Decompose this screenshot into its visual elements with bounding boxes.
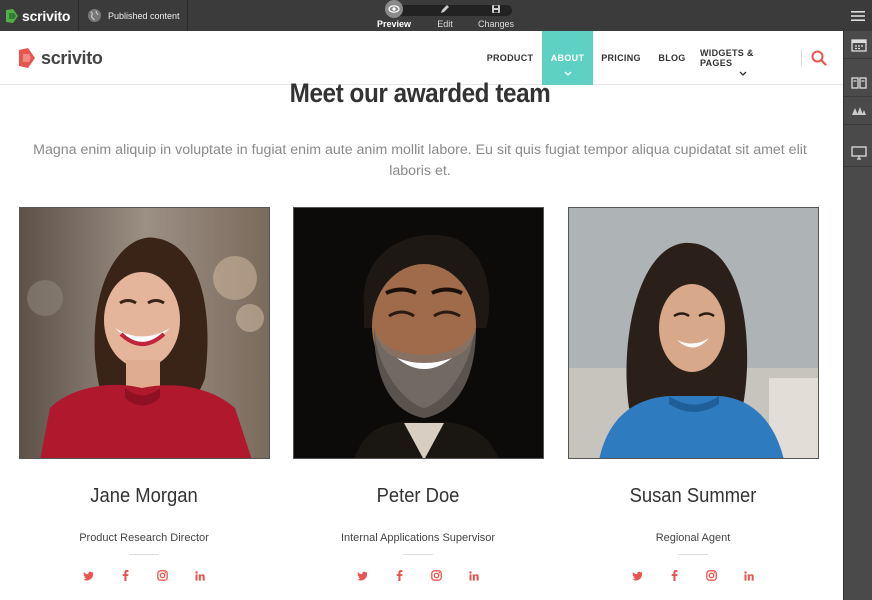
member-role: Regional Agent [655, 532, 731, 544]
edit-mode-button[interactable]: Edit [422, 0, 468, 31]
section-intro: Magna enim aliquip in voluptate in fugia… [33, 142, 807, 179]
linkedin-icon[interactable] [742, 569, 755, 582]
scrivito-brand-icon [19, 48, 35, 68]
published-content-label: Published content [108, 10, 180, 21]
globe-icon [87, 8, 102, 23]
published-content-button[interactable]: Published content [80, 0, 188, 31]
instagram-icon[interactable] [705, 569, 718, 582]
nav-item-label: ABOUT [550, 53, 585, 63]
sidebar-widgets-button[interactable] [844, 97, 872, 125]
site-logo-text: scrivito [41, 47, 103, 68]
facebook-icon[interactable] [119, 569, 132, 582]
nav-divider [801, 50, 802, 66]
chevron-down-icon [564, 71, 571, 76]
library-icon [850, 76, 867, 89]
nav-item-label: PRICING [601, 53, 641, 63]
twitter-icon[interactable] [356, 569, 369, 582]
member-photo [568, 207, 819, 459]
nav-item-widgets-pages[interactable]: WIDGETS & PAGES [700, 31, 786, 85]
nav-item-label: PRODUCT [486, 53, 534, 63]
member-photo [293, 207, 544, 459]
changes-label: Changes [477, 19, 515, 29]
nav-item-blog[interactable]: BLOG [654, 31, 690, 85]
preview-label: Preview [376, 19, 412, 29]
eye-icon [385, 0, 403, 18]
instagram-icon[interactable] [156, 569, 169, 582]
member-name: Susan Summer [629, 485, 757, 507]
card-divider [678, 554, 708, 555]
sidebar-library-button[interactable] [844, 69, 872, 97]
preview-mode-button[interactable]: Preview [371, 0, 417, 31]
facebook-icon[interactable] [668, 569, 681, 582]
card-divider [403, 554, 433, 555]
editor-logo[interactable]: scrivito [0, 0, 79, 31]
sidebar-calendar-button[interactable] [844, 31, 872, 59]
nav-item-label: BLOG [658, 53, 686, 63]
social-links [19, 569, 269, 582]
facebook-icon[interactable] [393, 569, 406, 582]
member-role: Internal Applications Supervisor [340, 532, 496, 544]
save-icon [489, 2, 503, 16]
nav-item-pricing[interactable]: PRICING [598, 31, 644, 85]
twitter-icon[interactable] [82, 569, 95, 582]
social-links [293, 569, 543, 582]
mode-switcher: Preview Edit Changes [377, 0, 520, 31]
editor-logo-text: scrivito [22, 7, 71, 24]
search-icon[interactable] [811, 50, 827, 66]
calendar-icon [850, 38, 867, 52]
nav-item-label: WIDGETS & PAGES [700, 48, 754, 68]
widgets-icon [851, 106, 866, 115]
monitor-icon [850, 145, 867, 160]
twitter-icon[interactable] [631, 569, 644, 582]
site-logo[interactable]: scrivito [17, 47, 103, 69]
site-header: scrivito PRODUCT ABOUT PRICING BLOG WIDG… [0, 31, 843, 85]
social-links [568, 569, 818, 582]
chevron-down-icon [739, 71, 747, 76]
card-divider [129, 554, 159, 555]
linkedin-icon[interactable] [193, 569, 206, 582]
pencil-icon [438, 2, 452, 16]
member-name: Peter Doe [376, 485, 460, 507]
editor-toolbar: scrivito Published content Preview Edit … [0, 0, 872, 31]
changes-mode-button[interactable]: Changes [473, 0, 519, 31]
member-role: Product Research Director [79, 532, 209, 544]
website-preview: scrivito PRODUCT ABOUT PRICING BLOG WIDG… [0, 31, 843, 600]
edit-label: Edit [437, 19, 453, 29]
instagram-icon[interactable] [430, 569, 443, 582]
hamburger-icon [850, 10, 865, 21]
member-photo [19, 207, 270, 459]
linkedin-icon[interactable] [467, 569, 480, 582]
nav-item-about[interactable]: ABOUT [542, 31, 593, 85]
editor-menu-button[interactable] [843, 0, 872, 31]
section-title: Meet our awarded team [289, 78, 551, 108]
editor-sidebar [843, 31, 872, 600]
scrivito-logo-icon [6, 8, 18, 23]
sidebar-monitor-button[interactable] [844, 139, 872, 167]
member-name: Jane Morgan [90, 485, 198, 507]
nav-item-product[interactable]: PRODUCT [483, 31, 537, 85]
